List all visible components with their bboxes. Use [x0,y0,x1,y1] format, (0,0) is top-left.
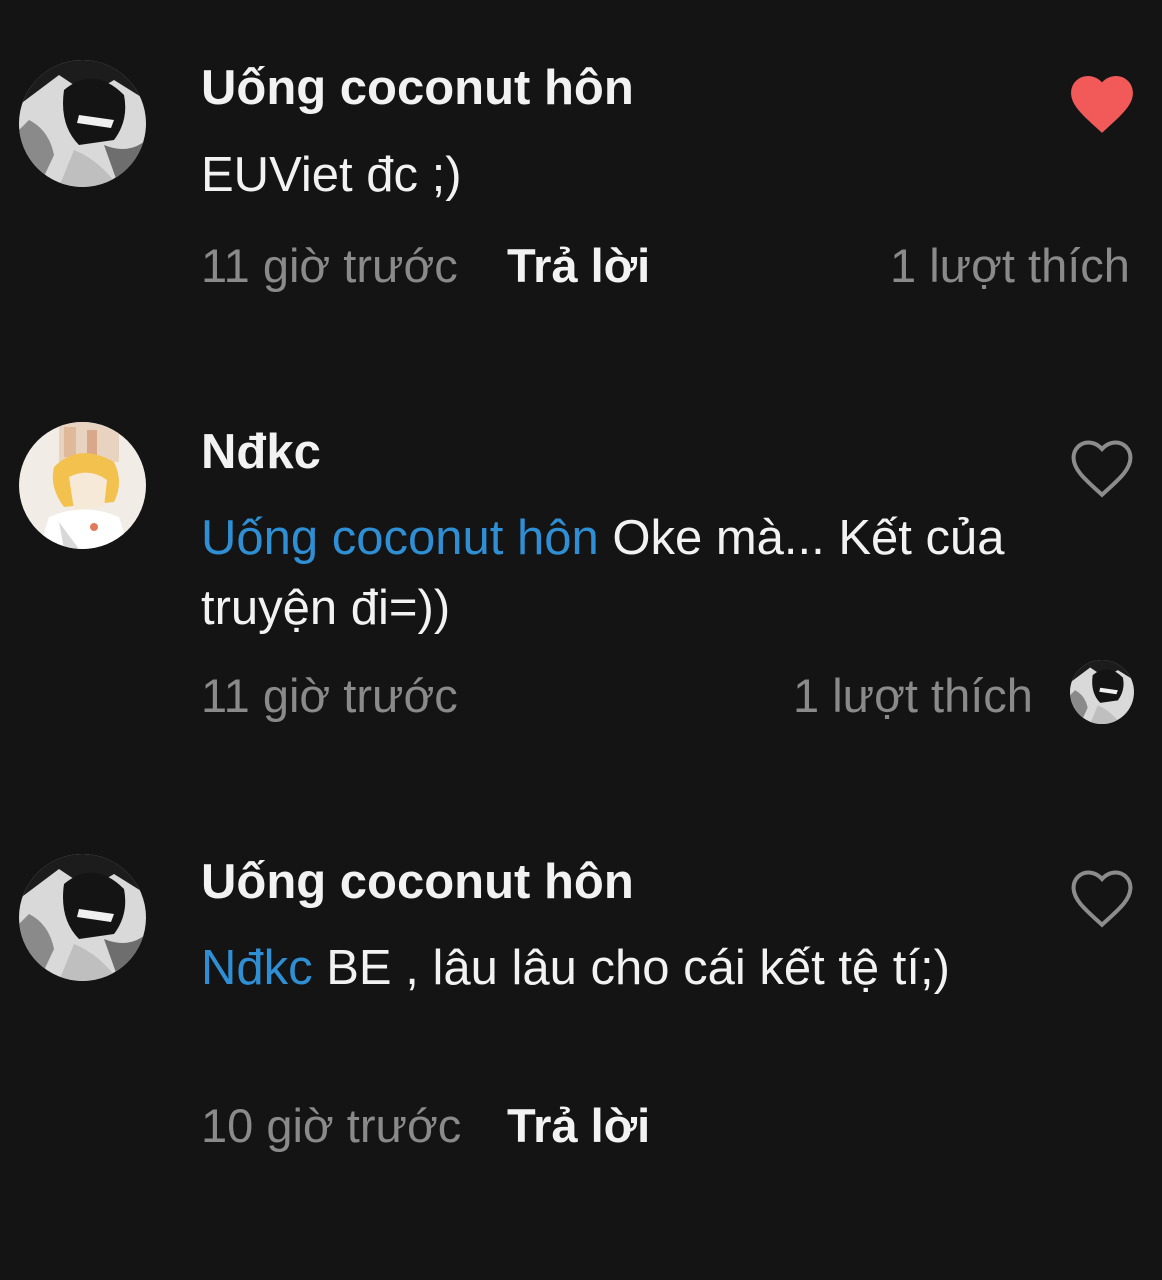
avatar-manga-dark-icon [1070,660,1134,724]
user-avatar[interactable] [19,854,146,981]
liked-by-avatar [1070,660,1134,724]
like-count[interactable]: 1 lượt thích [793,668,1033,723]
comment-timestamp: 11 giờ trước [201,239,458,292]
comment-mention[interactable]: Nđkc [201,941,313,995]
comment-username[interactable]: Nđkc [201,424,321,480]
user-avatar[interactable] [19,422,146,549]
heart-outline-icon[interactable] [1064,862,1140,930]
heart-filled-icon[interactable] [1064,68,1140,136]
comment-text: EUViet đc ;) [201,140,1081,210]
avatar-manga-dark-icon [19,854,146,981]
comment-text: Nđkc BE , lâu lâu cho cái kết tệ tí;) [201,933,1081,1003]
reply-button[interactable]: Trả lời [507,1098,650,1153]
reply-button[interactable]: Trả lời [507,238,650,293]
user-avatar[interactable] [19,60,146,187]
comment-body: BE , lâu lâu cho cái kết tệ tí;) [312,941,950,995]
comment-username[interactable]: Uống coconut hôn [201,854,634,910]
comment-text: Uống coconut hôn Oke mà... Kết của truyệ… [201,503,1081,643]
comment-username[interactable]: Uống coconut hôn [201,60,634,116]
avatar-blonde-character-icon [19,422,146,549]
comment-mention[interactable]: Uống coconut hôn [201,511,599,565]
comment-body: EUViet đc ;) [201,148,462,202]
like-count[interactable]: 1 lượt thích [890,238,1130,293]
heart-outline-icon[interactable] [1064,432,1140,500]
comment-timestamp: 11 giờ trước [201,669,458,722]
avatar-manga-dark-icon [19,60,146,187]
comment-timestamp: 10 giờ trước [201,1099,462,1152]
